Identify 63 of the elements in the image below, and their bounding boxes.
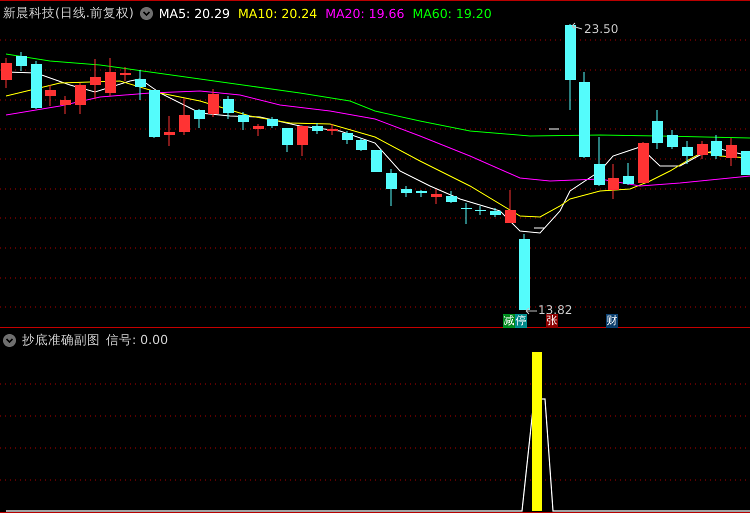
moving-average-value: MA5: 20.29 (158, 6, 230, 21)
candlestick (120, 66, 131, 82)
candlestick (297, 126, 308, 156)
doji-mark (548, 128, 560, 130)
candlestick (461, 202, 472, 224)
candlestick (238, 112, 249, 130)
candlestick (652, 110, 663, 150)
candlestick (90, 58, 101, 100)
candlestick (505, 190, 516, 224)
event-badge[interactable]: 张 (546, 314, 558, 328)
candlestick (475, 206, 486, 216)
candlestick (327, 124, 338, 136)
candlestick (741, 150, 750, 176)
dropdown-icon[interactable] (3, 334, 16, 347)
candlestick (1, 58, 12, 88)
event-badge[interactable]: 财 (606, 314, 618, 328)
candlestick (667, 130, 678, 150)
candlestick (179, 98, 190, 136)
stock-title: 新晨科技(日线.前复权) (3, 5, 134, 22)
dropdown-icon[interactable] (140, 7, 153, 20)
candlestick (253, 124, 264, 136)
candlestick (105, 58, 116, 96)
candlestick (490, 208, 501, 218)
candlestick (267, 116, 278, 128)
indicator-title: 抄底准确副图 (22, 332, 100, 349)
moving-average-value: MA20: 19.66 (325, 6, 404, 21)
signal-value: 信号: 0.00 (106, 332, 168, 349)
candlestick (164, 116, 175, 146)
candlestick (60, 96, 71, 114)
candlestick (16, 52, 27, 72)
candlestick (194, 108, 205, 128)
candlestick (45, 84, 56, 106)
arrow-icon (572, 22, 582, 30)
candlestick (416, 190, 427, 198)
candlestick (371, 150, 382, 172)
candlestick (135, 70, 146, 100)
event-badge[interactable]: 减 (503, 314, 515, 328)
candlestick (386, 168, 397, 206)
candlestick (149, 90, 160, 138)
candlestick (282, 128, 293, 152)
candlestick (75, 82, 86, 114)
candlestick (682, 140, 693, 164)
candlestick (623, 162, 634, 186)
candlestick (312, 122, 323, 134)
candlestick (208, 88, 219, 118)
candlestick (697, 140, 708, 160)
candlestick (342, 130, 353, 144)
high-price-label: 23.50 (584, 22, 618, 36)
candlestick (711, 134, 722, 160)
moving-average-value: MA60: 19.20 (412, 6, 492, 21)
candlestick (594, 136, 605, 186)
event-badge[interactable]: 停 (515, 314, 527, 328)
moving-average-value: MA10: 20.24 (238, 6, 318, 21)
candlestick (446, 190, 457, 204)
candlestick (356, 138, 367, 152)
candlestick (726, 138, 737, 166)
candlestick (223, 96, 234, 120)
candlestick (638, 142, 649, 184)
candlestick (31, 60, 42, 110)
candlestick (608, 164, 619, 200)
arrow-icon (526, 308, 538, 314)
candlestick (401, 186, 412, 198)
candlestick (431, 188, 442, 204)
